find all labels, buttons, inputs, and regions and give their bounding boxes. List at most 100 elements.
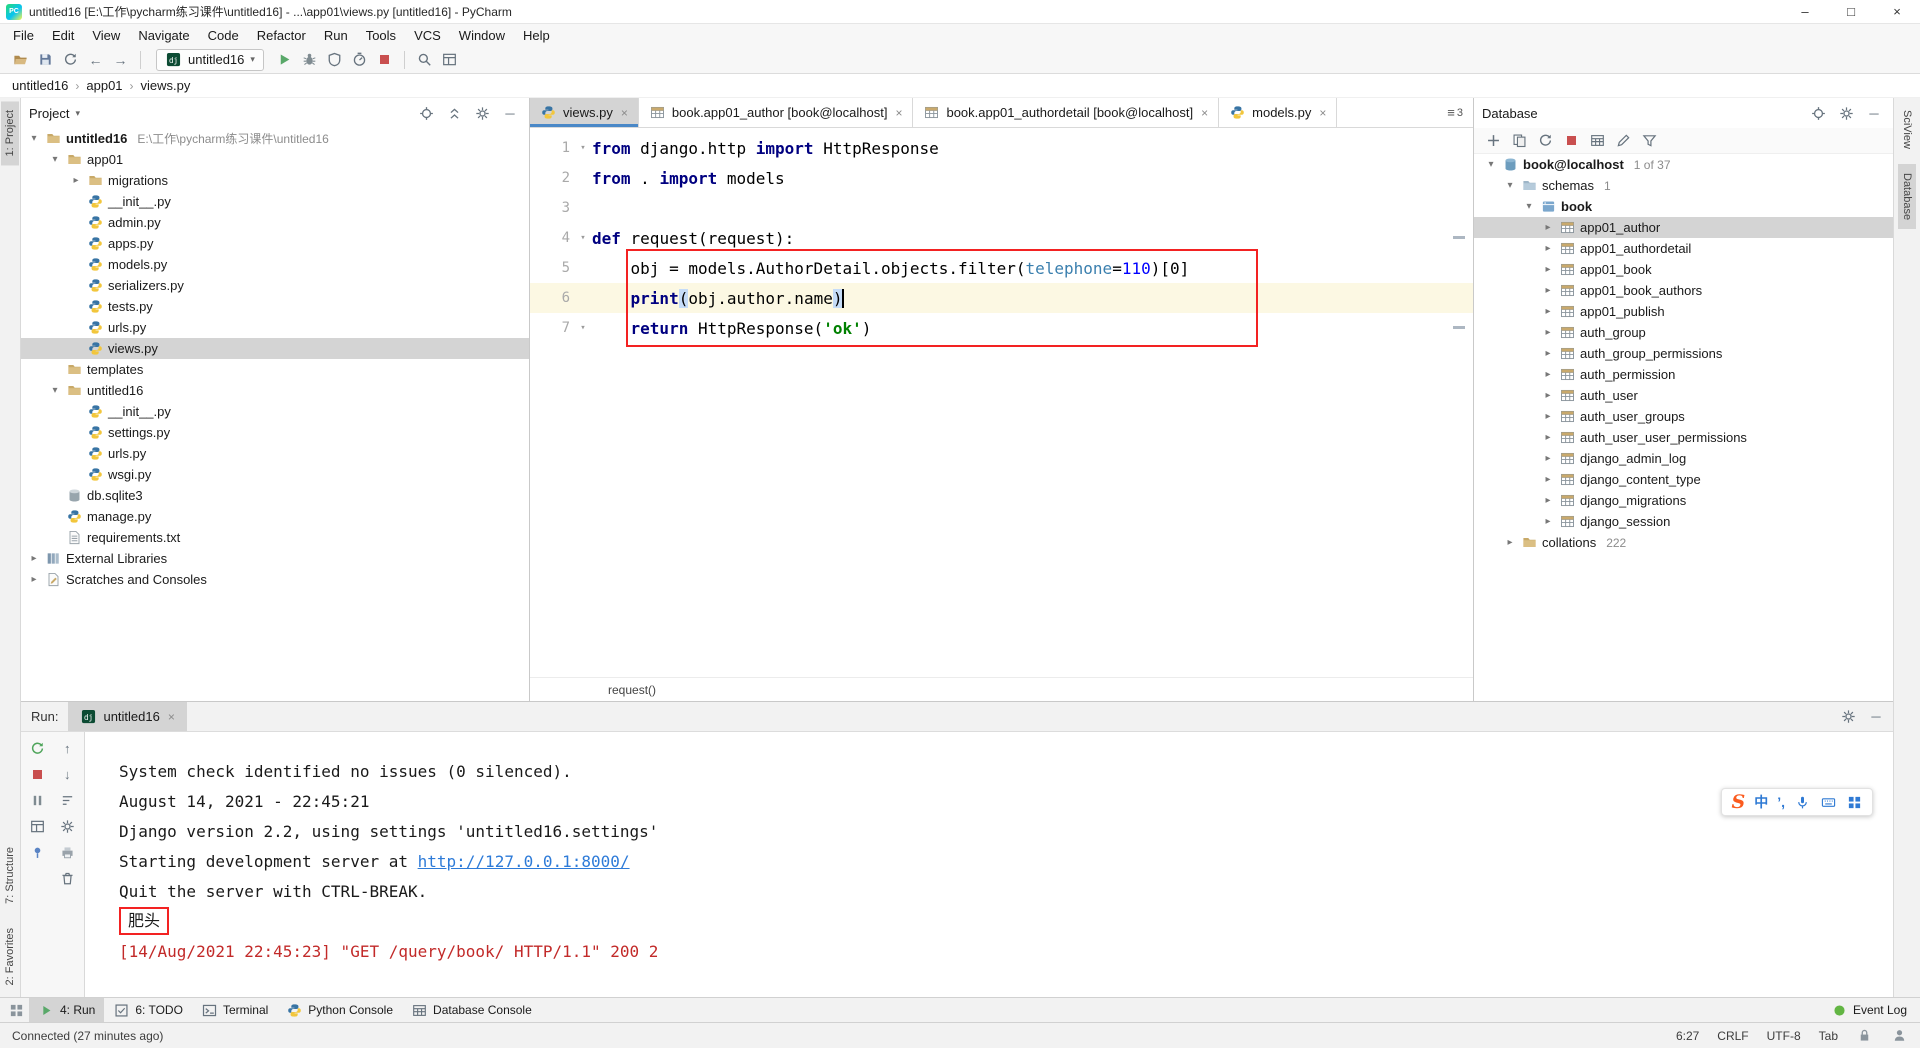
sync-icon[interactable]: [1534, 130, 1556, 152]
filter-icon[interactable]: [1638, 130, 1660, 152]
console-link[interactable]: http://127.0.0.1:8000/: [418, 852, 630, 871]
menu-refactor[interactable]: Refactor: [248, 26, 315, 45]
chevron-right-icon[interactable]: ▸: [1541, 285, 1555, 296]
close-icon[interactable]: ×: [895, 106, 902, 120]
chevron-right-icon[interactable]: ▸: [1541, 495, 1555, 506]
sogou-logo-icon[interactable]: S: [1731, 791, 1745, 813]
pin-icon[interactable]: [29, 844, 46, 861]
run-console[interactable]: System check identified no issues (0 sil…: [85, 732, 1893, 997]
chevron-right-icon[interactable]: ▸: [1541, 264, 1555, 275]
locate-icon[interactable]: [415, 102, 437, 124]
line-separator-indicator[interactable]: CRLF: [1717, 1029, 1748, 1043]
database-tree-item-django-session[interactable]: ▸ django_session: [1474, 511, 1893, 532]
chevron-down-icon[interactable]: ▾: [1522, 201, 1536, 212]
code-line[interactable]: 6 print(obj.author.name): [530, 283, 1473, 313]
project-tree-item-requirements-txt[interactable]: requirements.txt: [21, 527, 529, 548]
project-tree-item-templates[interactable]: templates: [21, 359, 529, 380]
database-tree-item-auth-user-groups[interactable]: ▸ auth_user_groups: [1474, 406, 1893, 427]
menu-help[interactable]: Help: [514, 26, 559, 45]
hide-icon[interactable]: ─: [1863, 102, 1885, 124]
settings-icon[interactable]: [1837, 706, 1859, 728]
database-tree-item-book-localhost[interactable]: ▾ book@localhost 1 of 37: [1474, 154, 1893, 175]
ime-toolbar[interactable]: S 中 ’,: [1721, 788, 1873, 816]
run-icon[interactable]: [272, 48, 297, 72]
chevron-right-icon[interactable]: ▸: [1503, 537, 1517, 548]
switcher-icon[interactable]: [8, 1002, 25, 1019]
up-icon[interactable]: ↑: [59, 740, 76, 757]
search-icon[interactable]: [412, 48, 437, 72]
menu-file[interactable]: File: [4, 26, 43, 45]
database-tree-item-django-migrations[interactable]: ▸ django_migrations: [1474, 490, 1893, 511]
project-tree-item-urls-py[interactable]: urls.py: [21, 317, 529, 338]
collapse-all-icon[interactable]: [443, 102, 465, 124]
database-tree-item-schemas[interactable]: ▾ schemas 1: [1474, 175, 1893, 196]
menu-navigate[interactable]: Navigate: [129, 26, 198, 45]
chevron-right-icon[interactable]: ▸: [1541, 453, 1555, 464]
project-tree-item-untitled16[interactable]: ▾ untitled16: [21, 380, 529, 401]
copy-icon[interactable]: [1508, 130, 1530, 152]
chevron-right-icon[interactable]: ▸: [1541, 327, 1555, 338]
chevron-right-icon[interactable]: ▸: [69, 175, 83, 186]
toolwindow-button-database-console[interactable]: Database Console: [402, 998, 541, 1022]
editor-tab-book-app01-authordetail-book-localhost[interactable]: book.app01_authordetail [book@localhost]…: [913, 98, 1220, 127]
stop-icon[interactable]: [29, 766, 46, 783]
chevron-right-icon[interactable]: ▸: [1541, 243, 1555, 254]
project-tree-item-db-sqlite3[interactable]: db.sqlite3: [21, 485, 529, 506]
edit-icon[interactable]: [1612, 130, 1634, 152]
settings-icon[interactable]: [471, 102, 493, 124]
chevron-right-icon[interactable]: ▸: [27, 574, 41, 585]
chevron-down-icon[interactable]: ▾: [1484, 159, 1498, 170]
fold-icon[interactable]: ▾: [574, 143, 592, 153]
chevron-down-icon[interactable]: ▾: [48, 385, 62, 396]
close-icon[interactable]: ×: [1201, 106, 1208, 120]
mic-icon[interactable]: [1794, 794, 1811, 811]
sync-icon[interactable]: [58, 48, 83, 72]
editor-tab-views-py[interactable]: views.py ×: [530, 98, 639, 127]
chevron-right-icon[interactable]: ▸: [1541, 432, 1555, 443]
settings-icon[interactable]: [1835, 102, 1857, 124]
code-editor[interactable]: 1 ▾ from django.http import HttpResponse 2 f…: [530, 128, 1473, 677]
minimize-button[interactable]: –: [1782, 0, 1828, 23]
breadcrumb-views-py[interactable]: views.py: [141, 78, 191, 93]
editor-tab-book-app01-author-book-localhost[interactable]: book.app01_author [book@localhost] ×: [639, 98, 914, 127]
table-view-icon[interactable]: [1586, 130, 1608, 152]
menu-window[interactable]: Window: [450, 26, 514, 45]
locate-icon[interactable]: [1807, 102, 1829, 124]
hide-icon[interactable]: ─: [1865, 706, 1887, 728]
settings-icon[interactable]: [59, 818, 76, 835]
coverage-icon[interactable]: [322, 48, 347, 72]
hide-icon[interactable]: ─: [499, 102, 521, 124]
database-tree-item-app01-author[interactable]: ▸ app01_author: [1474, 217, 1893, 238]
tool-stripe-1-project[interactable]: 1: Project: [1, 101, 19, 166]
code-line[interactable]: 7 ▾ return HttpResponse('ok'): [530, 313, 1473, 343]
project-tree-item-settings-py[interactable]: settings.py: [21, 422, 529, 443]
project-tree-item-app01[interactable]: ▾ app01: [21, 149, 529, 170]
tool-stripe-sciview[interactable]: SciView: [1898, 101, 1916, 158]
layout-icon[interactable]: [437, 48, 462, 72]
project-tree-item-init-py[interactable]: __init__.py: [21, 401, 529, 422]
project-tree-item-untitled16[interactable]: ▾ untitled16 E:\工作\pycharm练习课件\untitled16: [21, 128, 529, 149]
layout-icon[interactable]: [29, 818, 46, 835]
ime-punct-toggle[interactable]: ’,: [1777, 794, 1785, 810]
hidden-tabs-button[interactable]: ≡ 3: [1437, 98, 1473, 127]
close-button[interactable]: ×: [1874, 0, 1920, 23]
database-tree-item-auth-user-user-permissions[interactable]: ▸ auth_user_user_permissions: [1474, 427, 1893, 448]
database-tree-item-auth-permission[interactable]: ▸ auth_permission: [1474, 364, 1893, 385]
editor-breadcrumb-item[interactable]: request(): [608, 683, 656, 697]
tool-stripe-database[interactable]: Database: [1898, 163, 1916, 230]
chevron-down-icon[interactable]: ▾: [27, 133, 41, 144]
chevron-right-icon[interactable]: ▸: [1541, 348, 1555, 359]
chevron-right-icon[interactable]: ▸: [1541, 474, 1555, 485]
database-tree-item-book[interactable]: ▾ book: [1474, 196, 1893, 217]
database-tree-item-app01-book-authors[interactable]: ▸ app01_book_authors: [1474, 280, 1893, 301]
toolwindow-button-event-log[interactable]: Event Log: [1822, 998, 1916, 1022]
project-tree-item-migrations[interactable]: ▸ migrations: [21, 170, 529, 191]
chevron-right-icon[interactable]: ▸: [27, 553, 41, 564]
lock-icon[interactable]: [1856, 1027, 1873, 1044]
project-tree-item-tests-py[interactable]: tests.py: [21, 296, 529, 317]
hector-icon[interactable]: [1891, 1027, 1908, 1044]
profiler-icon[interactable]: [347, 48, 372, 72]
database-tree-item-auth-group-permissions[interactable]: ▸ auth_group_permissions: [1474, 343, 1893, 364]
save-all-icon[interactable]: [33, 48, 58, 72]
maximize-button[interactable]: □: [1828, 0, 1874, 23]
